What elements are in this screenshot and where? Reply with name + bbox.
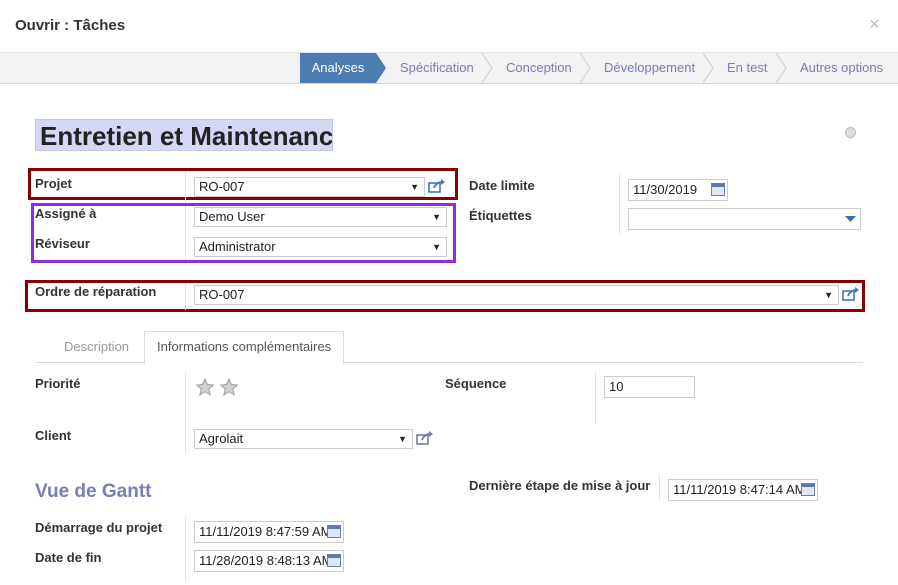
- priority-label: Priorité: [35, 376, 81, 391]
- chevron-down-icon: ▼: [398, 434, 407, 444]
- tags-field[interactable]: [628, 208, 861, 230]
- project-select[interactable]: RO-007 ▼: [194, 177, 425, 197]
- calendar-icon[interactable]: [801, 483, 815, 496]
- reviewer-value: Administrator: [199, 239, 276, 254]
- repair-order-label: Ordre de réparation: [35, 284, 157, 299]
- project-start-label: Démarrage du projet: [35, 520, 163, 535]
- assigned-value: Demo User: [199, 209, 265, 224]
- stage-conception[interactable]: Conception: [506, 53, 572, 83]
- last-stage-update-value: 11/11/2019 8:47:14 AM: [673, 482, 806, 497]
- end-date-label: Date de fin: [35, 550, 102, 565]
- client-select[interactable]: Agrolait ▼: [194, 429, 413, 449]
- last-stage-update-label: Dernière étape de mise à jour: [469, 478, 651, 493]
- chevron-down-icon: [845, 216, 856, 222]
- column-separator: [185, 284, 186, 310]
- chevron-down-icon: ▼: [432, 212, 441, 222]
- column-separator: [595, 372, 596, 424]
- project-start-field[interactable]: 11/11/2019 8:47:59 AM: [194, 521, 344, 543]
- chevron-down-icon: ▼: [432, 242, 441, 252]
- reviewer-label: Réviseur: [35, 236, 90, 251]
- chevron-down-icon: ▼: [410, 182, 419, 192]
- stage-separator: [703, 53, 714, 83]
- deadline-field[interactable]: 11/30/2019: [628, 179, 728, 201]
- project-start-value: 11/11/2019 8:47:59 AM: [199, 524, 332, 539]
- tab-informations-complementaires[interactable]: Informations complémentaires: [144, 331, 345, 364]
- stage-separator: [580, 53, 591, 83]
- client-value: Agrolait: [199, 431, 244, 446]
- project-value: RO-007: [199, 179, 245, 194]
- repair-order-select[interactable]: RO-007 ▼: [194, 285, 839, 305]
- dialog-title: Ouvrir : Tâches: [15, 17, 126, 34]
- column-separator: [185, 372, 186, 454]
- column-separator: [185, 516, 186, 582]
- tab-description[interactable]: Description: [64, 332, 129, 362]
- client-label: Client: [35, 428, 72, 443]
- deadline-value: 11/30/2019: [633, 182, 698, 197]
- calendar-icon[interactable]: [327, 554, 341, 567]
- star-icon[interactable]: [219, 377, 239, 396]
- star-icon[interactable]: [195, 377, 215, 396]
- tags-label: Étiquettes: [469, 208, 532, 223]
- deadline-label: Date limite: [469, 178, 535, 193]
- project-label: Projet: [35, 176, 72, 191]
- column-separator: [659, 474, 660, 500]
- priority-stars: [195, 377, 239, 399]
- calendar-icon[interactable]: [711, 183, 725, 196]
- sequence-label: Séquence: [445, 376, 507, 391]
- chevron-down-icon: ▼: [824, 290, 833, 300]
- task-name-input[interactable]: Entretien et Maintenanc: [35, 119, 333, 151]
- external-link-icon[interactable]: [416, 431, 434, 445]
- reviewer-select[interactable]: Administrator ▼: [194, 237, 447, 257]
- external-link-icon[interactable]: [428, 179, 446, 193]
- end-date-field[interactable]: 11/28/2019 8:48:13 AM: [194, 550, 344, 572]
- gantt-section-title: Vue de Gantt: [35, 481, 152, 502]
- stage-analyses[interactable]: Analyses: [300, 53, 376, 83]
- stage-en-test[interactable]: En test: [727, 53, 767, 83]
- assigned-select[interactable]: Demo User ▼: [194, 207, 447, 227]
- end-date-value: 11/28/2019 8:48:13 AM: [199, 553, 333, 568]
- column-separator: [619, 174, 620, 234]
- calendar-icon[interactable]: [327, 525, 341, 538]
- stage-separator: [776, 53, 787, 83]
- sequence-input[interactable]: 10: [604, 376, 695, 398]
- stage-bar: Analyses Spécification Conception Dévelo…: [0, 53, 898, 84]
- stage-separator: [482, 53, 493, 83]
- last-stage-update-field[interactable]: 11/11/2019 8:47:14 AM: [668, 479, 818, 501]
- stage-arrow-active: [376, 53, 386, 83]
- stage-developpement[interactable]: Développement: [604, 53, 695, 83]
- stage-specification[interactable]: Spécification: [400, 53, 474, 83]
- stage-autres-options[interactable]: Autres options: [800, 53, 883, 83]
- kanban-state-icon[interactable]: [845, 127, 856, 138]
- repair-order-value: RO-007: [199, 287, 245, 302]
- assigned-label: Assigné à: [35, 206, 97, 221]
- external-link-icon[interactable]: [842, 287, 860, 301]
- close-icon[interactable]: ×: [869, 14, 880, 35]
